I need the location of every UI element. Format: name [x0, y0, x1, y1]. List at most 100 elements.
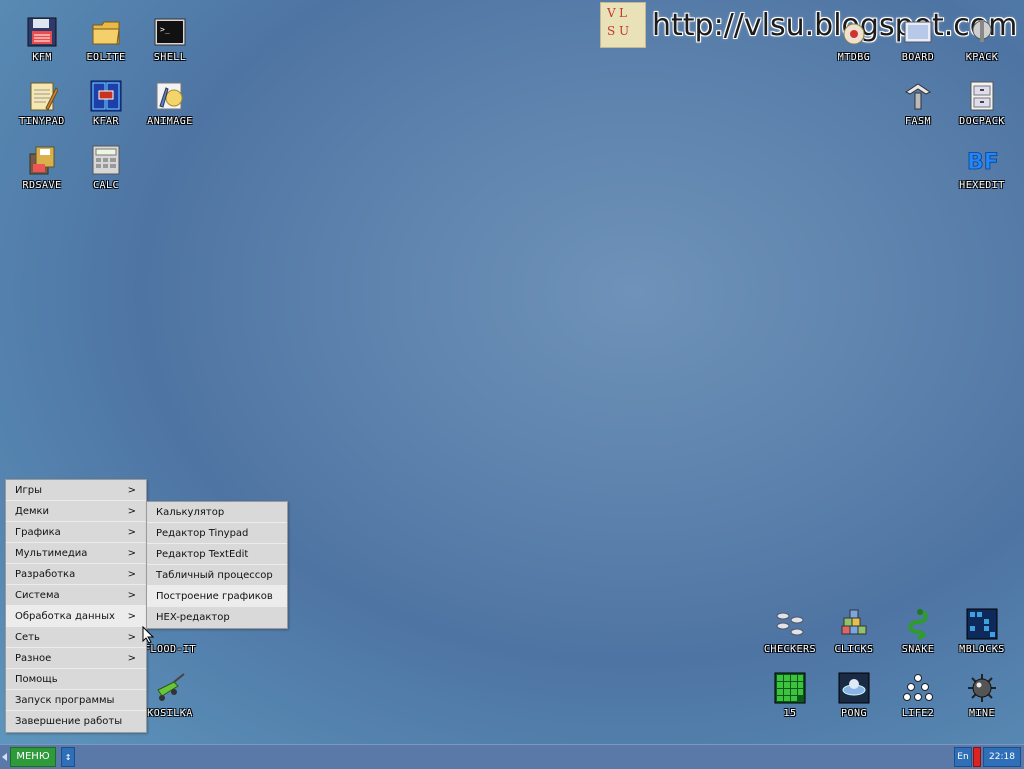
desktop-icon-label: HEXEDIT [959, 180, 1005, 191]
assembler-icon [902, 80, 934, 112]
desktop-icon-kfm[interactable]: KFM [10, 16, 74, 63]
desktop-icon-pong[interactable]: PONG [822, 672, 886, 719]
desktop-icon-clicks[interactable]: CLICKS [822, 608, 886, 655]
submenu-arrow-icon: > [127, 653, 136, 664]
submenu-arrow-icon: > [127, 632, 136, 643]
desktop-icon-label: CLICKS [834, 644, 874, 655]
pong-icon [838, 672, 870, 704]
desktop-icon-label: CHECKERS [763, 644, 817, 655]
desktop-icon-checkers[interactable]: CHECKERS [758, 608, 822, 655]
desktop-icon-tinypad[interactable]: TINYPAD [10, 80, 74, 127]
desktop-icon-label: SHELL [153, 52, 187, 63]
desktop-icon-calc[interactable]: CALC [74, 144, 138, 191]
desktop-icon-label: PONG [840, 708, 868, 719]
desktop-icon-label: KPACK [965, 52, 999, 63]
checkers-icon [774, 608, 806, 640]
floppy-icon [26, 16, 58, 48]
desktop-icon-label: BOARD [901, 52, 935, 63]
desktop-icon-snake[interactable]: SNAKE [886, 608, 950, 655]
mine-icon [966, 672, 998, 704]
calculator-icon [90, 144, 122, 176]
desktop-icon-label: LIFE2 [901, 708, 935, 719]
notepad-icon [26, 80, 59, 112]
cabinet-icon [966, 80, 998, 112]
folder-icon [90, 16, 122, 48]
fifteen-puzzle-icon [774, 672, 806, 704]
taskbar-scroll-left-icon[interactable] [2, 753, 7, 761]
submenu-arrow-icon: > [127, 569, 136, 580]
menu-button[interactable]: МЕНЮ [10, 747, 56, 767]
svg-text:>_: >_ [160, 25, 170, 34]
life-icon [902, 672, 934, 704]
archive-icon [966, 16, 998, 48]
desktop-icon-label: DOCPACK [959, 116, 1005, 127]
status-indicator [973, 747, 981, 767]
menu-item-games[interactable]: Игры > [6, 480, 146, 501]
submenu-item-tinypad[interactable]: Редактор Tinypad [147, 523, 287, 544]
desktop-icon-docpack[interactable]: DOCPACK [950, 80, 1014, 127]
debugger-icon [838, 16, 870, 48]
menu-item-system[interactable]: Система > [6, 585, 146, 606]
taskbar-switch-button[interactable]: ↕ [61, 747, 75, 767]
desktop-icon-label: CALC [92, 180, 120, 191]
menu-item-graphics[interactable]: Графика > [6, 522, 146, 543]
submenu-item-spreadsheet[interactable]: Табличный процессор [147, 565, 287, 586]
menu-item-multimedia[interactable]: Мультимедиа > [6, 543, 146, 564]
menu-item-help[interactable]: Помощь [6, 669, 146, 690]
desktop-icon-rdsave[interactable]: RDSAVE [10, 144, 74, 191]
desktop-icon-label: 15 [783, 708, 797, 719]
desktop-icon-hexedit[interactable]: BF HEXEDIT [950, 144, 1014, 191]
desktop-icon-label: SNAKE [901, 644, 935, 655]
menu-item-demos[interactable]: Демки > [6, 501, 146, 522]
menu-item-development[interactable]: Разработка > [6, 564, 146, 585]
submenu-arrow-icon: > [127, 506, 136, 517]
clicks-icon [838, 608, 870, 640]
desktop-icon-mblocks[interactable]: MBLOCKS [950, 608, 1014, 655]
submenu-item-calculator[interactable]: Калькулятор [147, 502, 287, 523]
desktop-icon-kpack[interactable]: KPACK [950, 16, 1014, 63]
image-editor-icon [154, 80, 186, 112]
desktop-icon-label: FASM [904, 116, 932, 127]
desktop-icon-animage[interactable]: ANIMAGE [138, 80, 202, 127]
menu-item-misc[interactable]: Разное > [6, 648, 146, 669]
submenu-item-hex-editor[interactable]: HEX-редактор [147, 607, 287, 628]
desktop-icon-label: MBLOCKS [959, 644, 1005, 655]
desktop-icon-15[interactable]: 15 [758, 672, 822, 719]
submenu-item-graph-plotter[interactable]: Построение графиков [147, 586, 287, 607]
desktop-icon-kosilka[interactable]: KOSILKA [138, 672, 202, 719]
desktop-icon-label: KFM [32, 52, 52, 63]
hex-editor-icon: BF [966, 144, 1000, 176]
main-menu: Игры > Демки > Графика > Мультимедиа > Разра… [5, 479, 147, 733]
lawnmower-icon [154, 672, 186, 704]
desktop-icon-fasm[interactable]: FASM [886, 80, 950, 127]
keyboard-layout-indicator[interactable]: En [954, 747, 972, 767]
file-manager-icon [90, 80, 122, 112]
desktop-icon-label: MTDBG [837, 52, 871, 63]
mouse-cursor-icon [142, 625, 155, 644]
svg-text:BF: BF [967, 150, 998, 175]
disk-save-icon [26, 144, 58, 176]
board-icon [902, 16, 934, 48]
terminal-icon: >_ [154, 16, 186, 48]
desktop-icon-mtdbg[interactable]: MTDBG [822, 16, 886, 63]
submenu-arrow-icon: > [127, 611, 136, 622]
desktop-icon-label: ANIMAGE [147, 116, 193, 127]
desktop-icon-board[interactable]: BOARD [886, 16, 950, 63]
desktop-icon-label: FLOOD-IT [143, 644, 197, 655]
desktop-icon-kfar[interactable]: KFAR [74, 80, 138, 127]
submenu-item-textedit[interactable]: Редактор TextEdit [147, 544, 287, 565]
desktop-icon-eolite[interactable]: EOLITE [74, 16, 138, 63]
snake-icon [902, 608, 934, 640]
data-processing-submenu: Калькулятор Редактор Tinypad Редактор Te… [146, 501, 288, 629]
desktop-icon-label: RDSAVE [22, 180, 62, 191]
desktop-icon-life2[interactable]: LIFE2 [886, 672, 950, 719]
clock[interactable]: 22:18 [983, 747, 1021, 767]
menu-item-network[interactable]: Сеть > [6, 627, 146, 648]
menu-item-data-processing[interactable]: Обработка данных > [6, 606, 146, 627]
submenu-arrow-icon: > [127, 590, 136, 601]
menu-item-run-program[interactable]: Запуск программы [6, 690, 146, 711]
desktop-icon-shell[interactable]: >_ SHELL [138, 16, 202, 63]
desktop-icon-label: EOLITE [86, 52, 126, 63]
desktop-icon-mine[interactable]: MINE [950, 672, 1014, 719]
menu-item-shutdown[interactable]: Завершение работы [6, 711, 146, 732]
